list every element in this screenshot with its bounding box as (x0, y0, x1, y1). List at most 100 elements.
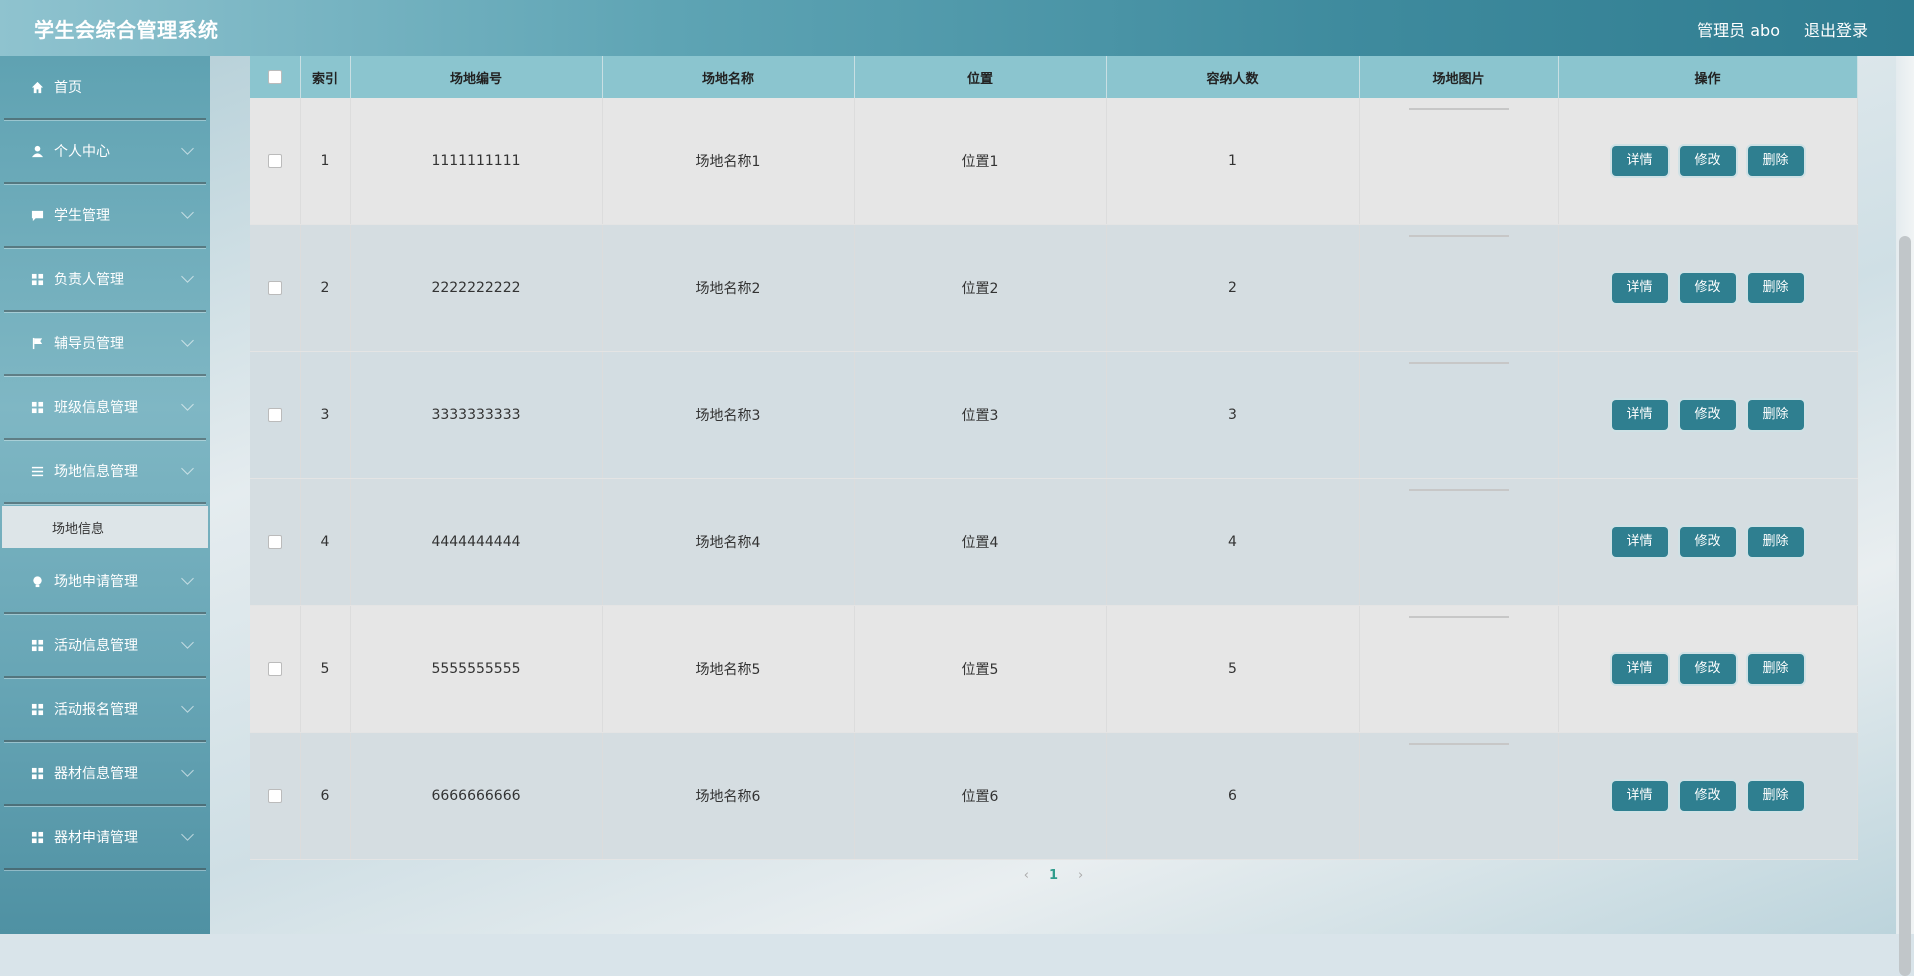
delete-button[interactable]: 删除 (1747, 654, 1804, 684)
sidebar-item-6[interactable]: 场地信息管理 (4, 440, 206, 504)
sidebar-item-label: 个人中心 (54, 144, 110, 160)
page-1[interactable]: 1 (1049, 868, 1058, 883)
sidebar-item-0[interactable]: 首页 (4, 56, 206, 120)
select-all-cell (250, 56, 301, 98)
detail-button[interactable]: 详情 (1611, 527, 1668, 557)
sidebar-item-5[interactable]: 班级信息管理 (4, 376, 206, 440)
cell-name: 场地名称3 (602, 351, 855, 479)
sidebar-subitem-venue-info[interactable]: 场地信息 (2, 506, 208, 548)
chevron-down-icon (181, 398, 194, 411)
venue-image-thumbnail[interactable] (1408, 362, 1509, 364)
header-actions: 管理员 abo 退出登录 (1697, 17, 1868, 41)
table-row: 4 4444444444 场地名称4 位置4 4 详情 修改 删除 (250, 478, 1858, 606)
grid-icon (30, 638, 44, 652)
venue-image-thumbnail[interactable] (1408, 108, 1509, 110)
cell-index: 1 (300, 98, 351, 225)
row-checkbox[interactable] (267, 662, 282, 676)
edit-button[interactable]: 修改 (1679, 400, 1736, 430)
cell-name: 场地名称2 (602, 224, 855, 352)
header-location[interactable]: 位置 (854, 56, 1107, 98)
row-checkbox[interactable] (267, 408, 282, 422)
detail-button[interactable]: 详情 (1611, 781, 1668, 811)
grid-icon (30, 272, 44, 286)
cell-location: 位置6 (854, 732, 1107, 860)
cell-name: 场地名称4 (602, 478, 855, 606)
sidebar-item-label: 班级信息管理 (54, 400, 138, 416)
cell-location: 位置2 (854, 224, 1107, 352)
cell-location: 位置1 (854, 98, 1107, 225)
header-image: 场地图片 (1359, 56, 1559, 98)
logout-link[interactable]: 退出登录 (1804, 17, 1868, 41)
delete-button[interactable]: 删除 (1747, 400, 1804, 430)
scrollbar-thumb[interactable] (1899, 236, 1911, 976)
select-all-checkbox[interactable] (267, 70, 282, 84)
cell-actions: 详情 修改 删除 (1558, 478, 1858, 606)
sidebar-item-2[interactable]: 学生管理 (4, 184, 206, 248)
edit-button[interactable]: 修改 (1679, 654, 1736, 684)
delete-button[interactable]: 删除 (1747, 146, 1804, 176)
cell-image (1359, 605, 1559, 733)
chevron-down-icon (181, 828, 194, 841)
row-select-cell (250, 478, 301, 606)
edit-button[interactable]: 修改 (1679, 527, 1736, 557)
detail-button[interactable]: 详情 (1611, 273, 1668, 303)
cell-image (1359, 351, 1559, 479)
chevron-down-icon (181, 700, 194, 713)
edit-button[interactable]: 修改 (1679, 273, 1736, 303)
page-scrollbar[interactable] (1896, 56, 1914, 976)
pagination: ‹ 1 › (250, 868, 1857, 883)
header-code[interactable]: 场地编号 (350, 56, 603, 98)
cell-location: 位置3 (854, 351, 1107, 479)
edit-button[interactable]: 修改 (1679, 146, 1736, 176)
cell-index: 4 (300, 478, 351, 606)
row-checkbox[interactable] (267, 789, 282, 803)
header-actions: 操作 (1558, 56, 1858, 98)
cell-code: 4444444444 (350, 478, 603, 606)
venue-image-thumbnail[interactable] (1408, 743, 1509, 745)
detail-button[interactable]: 详情 (1611, 654, 1668, 684)
table-row: 1 1111111111 场地名称1 位置1 1 详情 修改 删除 (250, 98, 1858, 225)
sidebar-item-4[interactable]: 辅导员管理 (4, 312, 206, 376)
prev-page-button[interactable]: ‹ (1024, 868, 1029, 883)
row-checkbox[interactable] (267, 281, 282, 295)
main-content: 索引 场地编号 场地名称 位置 容纳人数 场地图片 操作 1 1111111111… (210, 56, 1896, 934)
sidebar-item-label: 器材申请管理 (54, 830, 138, 846)
chevron-down-icon (181, 334, 194, 347)
detail-button[interactable]: 详情 (1611, 400, 1668, 430)
sidebar-item-9[interactable]: 活动报名管理 (4, 678, 206, 742)
cell-capacity: 4 (1106, 478, 1360, 606)
list-icon (30, 464, 44, 478)
sidebar-item-10[interactable]: 器材信息管理 (4, 742, 206, 806)
chevron-down-icon (181, 206, 194, 219)
cell-capacity: 1 (1106, 98, 1360, 225)
venue-image-thumbnail[interactable] (1408, 489, 1509, 491)
sidebar-item-1[interactable]: 个人中心 (4, 120, 206, 184)
home-icon (30, 80, 44, 94)
table-row: 6 6666666666 场地名称6 位置6 6 详情 修改 删除 (250, 732, 1858, 860)
row-select-cell (250, 351, 301, 479)
detail-button[interactable]: 详情 (1611, 146, 1668, 176)
edit-button[interactable]: 修改 (1679, 781, 1736, 811)
row-select-cell (250, 224, 301, 352)
row-checkbox[interactable] (267, 154, 282, 168)
cell-image (1359, 98, 1559, 225)
venue-image-thumbnail[interactable] (1408, 235, 1509, 237)
delete-button[interactable]: 删除 (1747, 781, 1804, 811)
chevron-down-icon (181, 764, 194, 777)
row-checkbox[interactable] (267, 535, 282, 549)
header-name[interactable]: 场地名称 (602, 56, 855, 98)
header-capacity[interactable]: 容纳人数 (1106, 56, 1360, 98)
sidebar-item-3[interactable]: 负责人管理 (4, 248, 206, 312)
header-index[interactable]: 索引 (300, 56, 351, 98)
sidebar-item-7[interactable]: 场地申请管理 (4, 550, 206, 614)
next-page-button[interactable]: › (1078, 868, 1083, 883)
grid-icon (30, 766, 44, 780)
venue-image-thumbnail[interactable] (1408, 616, 1509, 618)
cell-capacity: 6 (1106, 732, 1360, 860)
delete-button[interactable]: 删除 (1747, 273, 1804, 303)
sidebar-item-label: 场地信息管理 (54, 464, 138, 480)
sidebar-item-11[interactable]: 器材申请管理 (4, 806, 206, 870)
delete-button[interactable]: 删除 (1747, 527, 1804, 557)
cell-code: 1111111111 (350, 98, 603, 225)
sidebar-item-8[interactable]: 活动信息管理 (4, 614, 206, 678)
